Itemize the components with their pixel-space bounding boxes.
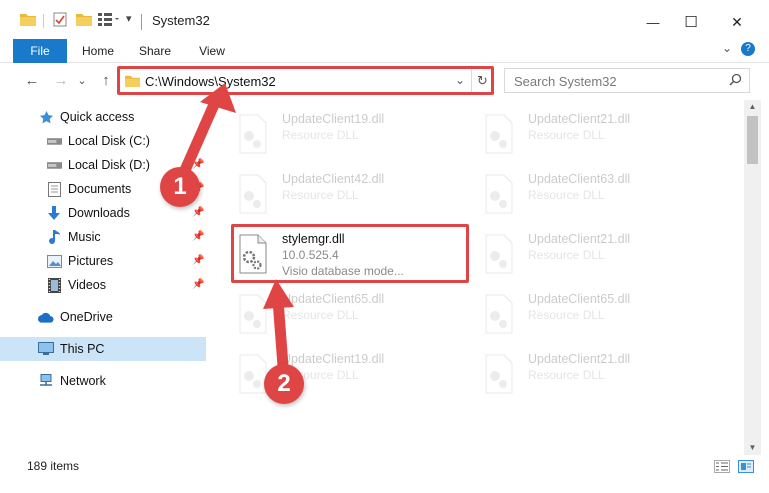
new-folder-icon[interactable] [76,12,92,26]
tab-home[interactable]: Home [76,39,120,63]
address-path[interactable]: C:\Windows\System32 [145,74,276,89]
tiles-view-icon[interactable] [738,460,754,473]
file-tile[interactable]: UpdateClient21.dll Resource DLL [476,346,716,402]
up-button[interactable]: ↑ [96,70,116,90]
search-input[interactable]: Search System32 [514,74,617,89]
file-tile[interactable]: UpdateClient63.dll Resource DLL [476,166,716,222]
recent-locations-button[interactable]: ⌄ [76,70,88,90]
documents-icon [46,181,62,197]
videos-icon [46,277,62,293]
file-tile[interactable]: UpdateClient21.dll Resource DLL [476,226,716,282]
title-bar: ▾ System32 — ☐ ✕ [0,0,769,44]
file-tile-stylemgr[interactable]: stylemgr.dll 10.0.525.4 Visio database m… [230,226,470,282]
title-separator [141,14,142,30]
dll-file-icon [236,114,270,154]
chevron-down-icon[interactable]: ⌄ [455,73,465,87]
address-bar[interactable]: C:\Windows\System32 ⌄ [118,68,472,93]
file-tile[interactable]: UpdateClient65.dll Resource DLL [230,286,470,342]
status-bar: 189 items [0,456,769,476]
tab-view[interactable]: View [190,39,234,63]
nav-item-quick-access[interactable]: Quick access [0,105,206,129]
tab-file[interactable]: File [13,39,67,63]
help-icon[interactable]: ? [741,42,755,56]
dll-file-icon [236,174,270,214]
properties-icon[interactable] [53,12,67,27]
close-button[interactable]: ✕ [714,0,760,44]
music-icon [46,229,62,245]
nav-item-onedrive[interactable]: OneDrive [0,305,206,329]
search-icon [729,73,742,89]
file-tile[interactable]: UpdateClient21.dll Resource DLL [476,106,716,162]
nav-item-this-pc[interactable]: This PC [0,337,206,361]
expand-ribbon-icon[interactable]: ⌄ [722,41,732,55]
cloud-icon [38,309,54,325]
scroll-up-arrow[interactable]: ▲ [744,100,761,114]
pin-icon[interactable]: 📌 [192,255,204,266]
item-count: 189 items [27,459,80,473]
vertical-scrollbar[interactable]: ▲ ▼ [744,100,761,455]
pin-icon[interactable]: 📌 [192,231,204,242]
view-menu-icon[interactable] [98,12,120,26]
forward-button[interactable]: → [51,70,71,90]
pin-icon[interactable]: 📌 [192,159,204,170]
search-box[interactable]: Search System32 [504,68,750,93]
pictures-icon [46,253,62,269]
annotation-badge-1: 1 [160,167,200,207]
network-icon [38,373,54,389]
pin-icon[interactable]: 📌 [192,207,204,218]
scroll-down-arrow[interactable]: ▼ [744,441,761,455]
nav-item-videos[interactable]: Videos 📌 [0,273,206,297]
ribbon: File Home Share View ⌄ ? [0,39,769,63]
drive-icon [46,157,62,173]
window-title: System32 [152,13,210,28]
folder-icon [125,74,140,90]
nav-item-local-disk-c[interactable]: Local Disk (C:) [0,129,206,153]
nav-item-pictures[interactable]: Pictures 📌 [0,249,206,273]
dll-file-icon [236,234,270,274]
tab-share[interactable]: Share [133,39,177,63]
customize-qa-icon[interactable]: ▾ [126,12,132,25]
downloads-icon [46,205,62,221]
drive-icon [46,133,62,149]
refresh-button[interactable]: ↻ [472,68,494,93]
nav-item-network[interactable]: Network [0,369,206,393]
details-view-icon[interactable] [714,460,730,473]
dll-file-icon [482,354,516,394]
dll-file-icon [482,234,516,274]
file-tile[interactable]: UpdateClient42.dll Resource DLL [230,166,470,222]
scroll-thumb[interactable] [747,116,758,164]
file-tile[interactable]: UpdateClient19.dll Resource DLL [230,106,470,162]
dll-file-icon [236,294,270,334]
dll-file-icon [482,174,516,214]
back-button[interactable]: ← [22,70,42,90]
pin-icon[interactable]: 📌 [192,279,204,290]
star-icon [38,109,54,125]
dll-file-icon [482,114,516,154]
navigation-pane: Quick access Local Disk (C:) Local Disk … [0,100,208,440]
computer-icon [38,341,54,357]
nav-item-music[interactable]: Music 📌 [0,225,206,249]
file-tile[interactable]: UpdateClient65.dll Resource DLL [476,286,716,342]
maximize-button[interactable]: ☐ [668,0,714,44]
dll-file-icon [482,294,516,334]
folder-icon[interactable] [20,12,36,26]
qa-separator [43,14,44,28]
annotation-badge-2: 2 [264,364,304,404]
